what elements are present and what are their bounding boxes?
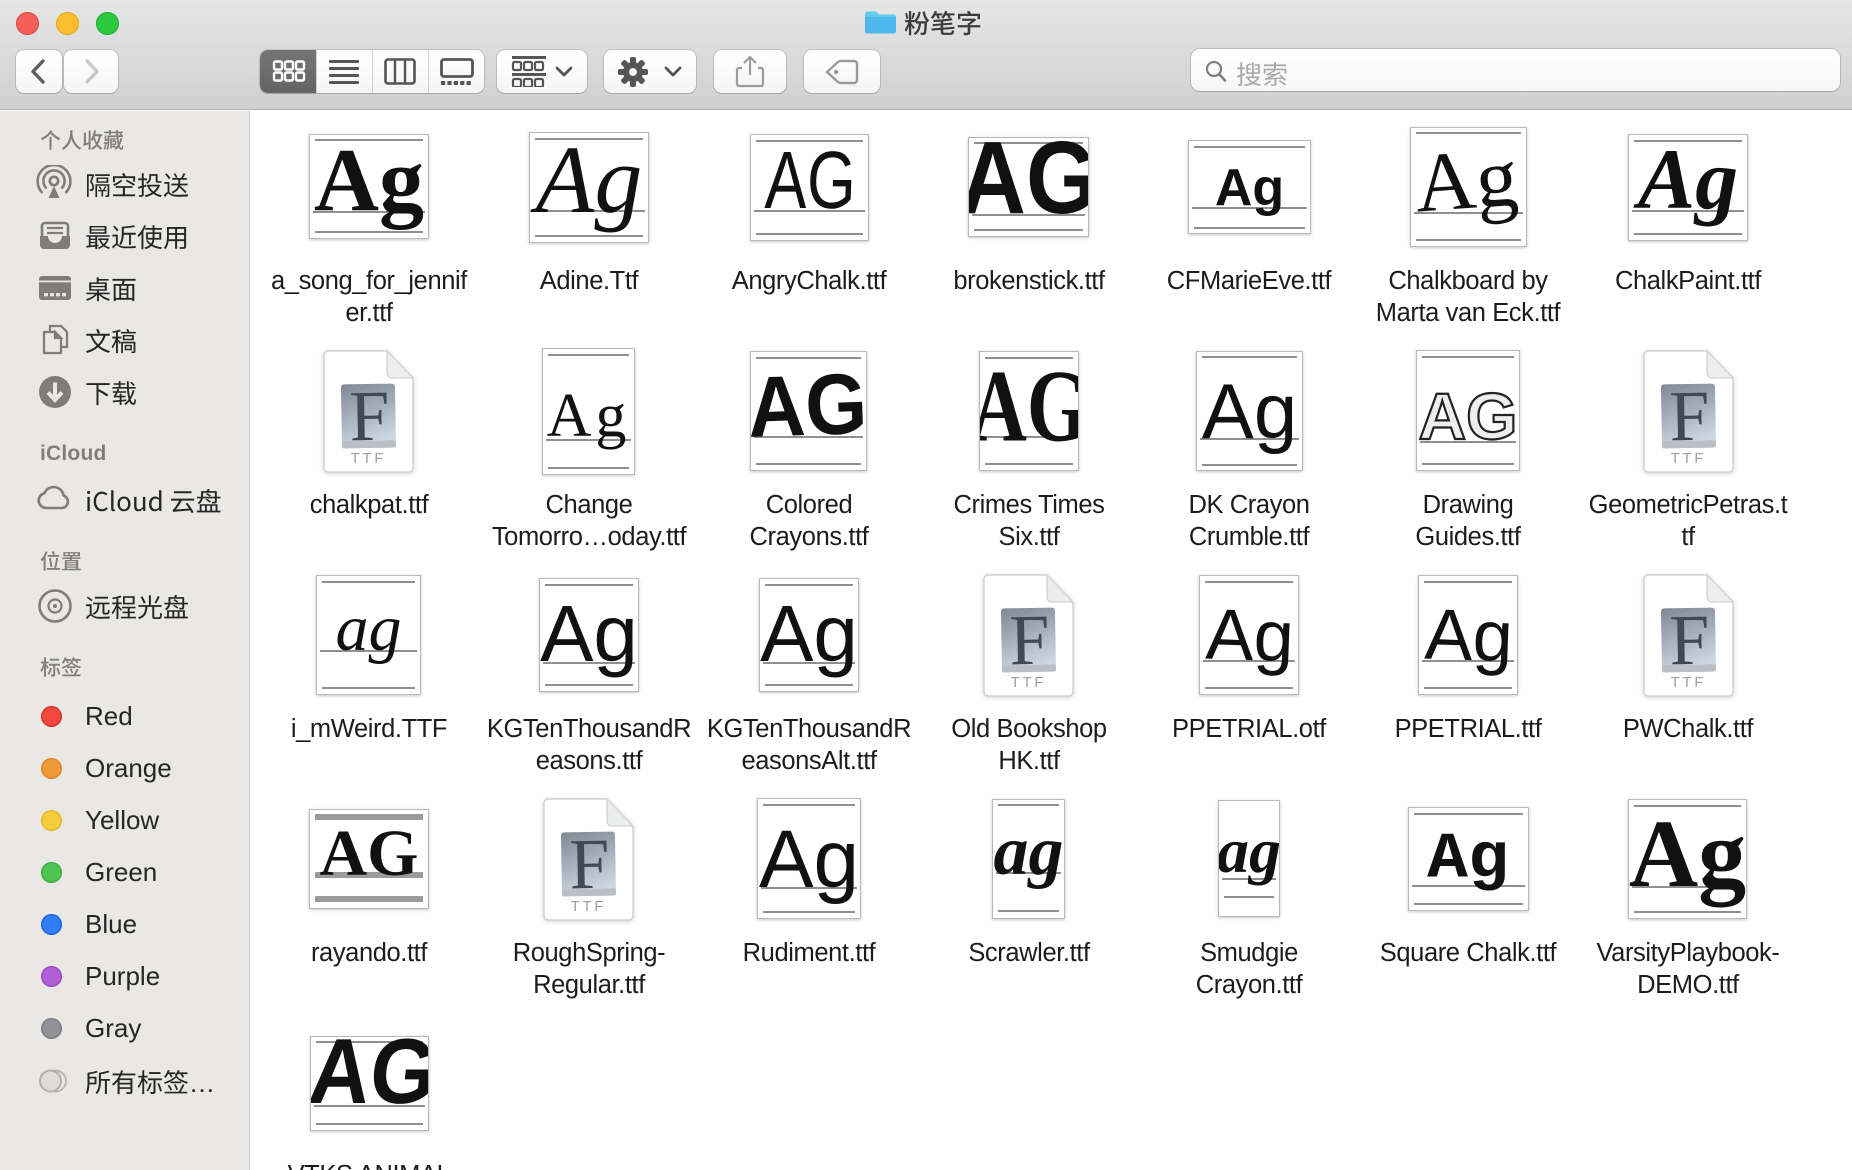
svg-text:TTF: TTF (571, 899, 607, 915)
svg-text:Ag: Ag (314, 135, 424, 230)
svg-text:Ag: Ag (1202, 367, 1297, 455)
svg-text:Ag: Ag (759, 814, 859, 905)
svg-text:F: F (1669, 600, 1710, 681)
svg-text:F: F (1009, 600, 1050, 681)
svg-text:TTF: TTF (1671, 675, 1707, 691)
svg-text:Ag: Ag (1633, 135, 1738, 227)
svg-text:ag: ag (1219, 815, 1279, 886)
svg-text:AG: AG (969, 138, 1088, 235)
svg-text:AG: AG (320, 817, 419, 890)
svg-text:ag: ag (336, 592, 402, 665)
svg-text:Ag: Ag (530, 133, 642, 233)
svg-text:F: F (569, 824, 610, 905)
svg-text:Ag: Ag (1423, 595, 1514, 678)
svg-text:AG: AG (751, 355, 866, 456)
svg-text:Ag: Ag (1204, 595, 1295, 678)
svg-text:AG: AG (1419, 379, 1518, 453)
svg-text:AG: AG (980, 352, 1078, 463)
svg-text:TTF: TTF (1671, 451, 1707, 467)
svg-text:ag: ag (994, 813, 1064, 890)
svg-text:Ag: Ag (547, 382, 631, 450)
svg-text:F: F (349, 376, 390, 457)
svg-text:Ag: Ag (1215, 159, 1284, 217)
svg-text:TTF: TTF (1011, 675, 1047, 691)
svg-text:Ag: Ag (1629, 800, 1746, 907)
svg-text:Ag: Ag (540, 589, 638, 678)
svg-text:Ag: Ag (1427, 823, 1509, 896)
svg-text:TTF: TTF (351, 451, 387, 467)
svg-text:Ag: Ag (1412, 131, 1521, 231)
svg-text:F: F (1669, 376, 1710, 457)
svg-text:AG: AG (764, 135, 858, 226)
svg-text:Ag: Ag (760, 589, 858, 678)
svg-text:AG: AG (311, 1037, 428, 1123)
